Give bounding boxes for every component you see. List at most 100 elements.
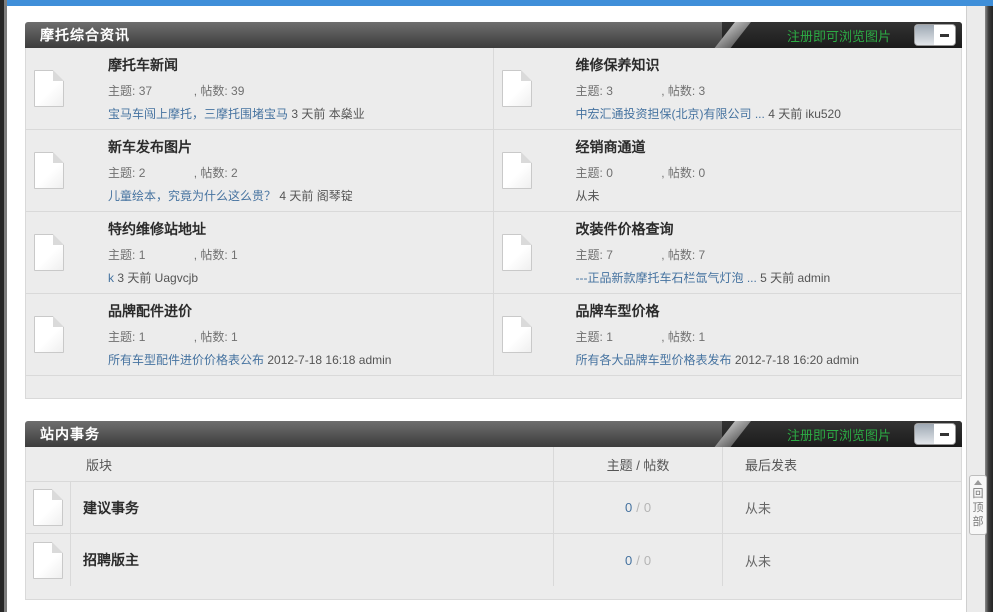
register-to-view-images-link[interactable]: 注册即可浏览图片: [787, 26, 891, 45]
lastpost-link[interactable]: ---正品新款摩托车石栏氙气灯泡 ...: [576, 271, 757, 285]
forum-name-cell: 建议事务: [71, 482, 553, 533]
category-panel-site: 站内事务 注册即可浏览图片 版块 主题 / 帖数 最后发表 建议事务 0 / 0…: [25, 421, 962, 600]
forum-lastpost: 宝马车闯上摩托，三摩托围堵宝马 3 天前 本燊业: [108, 105, 365, 122]
lastpost-meta: 3 天前 Uagvcjb: [117, 271, 199, 285]
table-row-recruit-mods: 招聘版主 0 / 0 从未: [26, 534, 961, 586]
forum-cell-motonews: 摩托车新闻 主题: 37, 帖数: 39 宝马车闯上摩托，三摩托围堵宝马 3 天…: [26, 48, 494, 130]
toggle-left-half: [915, 25, 934, 45]
forum-lastpost: 所有各大品牌车型价格表发布 2012-7-18 16:20 admin: [576, 351, 859, 368]
lastpost-link[interactable]: 所有车型配件进价价格表公布: [108, 353, 264, 367]
forum-name-link[interactable]: 新车发布图片: [108, 139, 192, 155]
forum-index-page: 摩托综合资讯 注册即可浏览图片 摩托车新闻 主题: 37, 帖数: 39 宝马车…: [7, 6, 966, 612]
lastpost-link[interactable]: 宝马车闯上摩托，三摩托围堵宝马: [108, 107, 288, 121]
topic-count-link[interactable]: 0: [625, 553, 632, 568]
lastpost-meta: 4 天前 iku520: [768, 107, 841, 121]
lastpost-cell: 从未: [745, 553, 772, 569]
minus-icon: [939, 433, 949, 436]
forum-page-icon[interactable]: [34, 152, 64, 189]
forum-icon-cell: [26, 482, 71, 533]
forum-lastpost: 所有车型配件进价价格表公布 2012-7-18 16:18 admin: [108, 351, 391, 368]
lastpost-cell: 从未: [745, 501, 772, 516]
forum-cell-repairstations: 特约维修站地址 主题: 1, 帖数: 1 k 3 天前 Uagvcjb: [26, 212, 494, 294]
stats-separator: /: [636, 552, 640, 568]
forum-stats: 主题: 1, 帖数: 1: [575, 330, 706, 344]
forum-info: 改装件价格查询 主题: 7, 帖数: 7 ---正品新款摩托车石栏氙气灯泡 ..…: [576, 219, 831, 286]
up-arrow-icon: [974, 480, 982, 485]
forum-name-link[interactable]: 品牌车型价格: [576, 303, 660, 319]
forum-name-link[interactable]: 品牌配件进价: [108, 303, 192, 319]
table-header-row: 版块 主题 / 帖数 最后发表: [26, 447, 961, 482]
lastpost-meta: 5 天前 admin: [760, 271, 831, 285]
column-header-forum: 版块: [86, 457, 113, 473]
forum-stats-cell: 0 / 0: [553, 534, 723, 586]
lastpost-link[interactable]: 儿童绘本，究竟为什么这么贵？: [108, 189, 276, 203]
forum-lastpost: 儿童绘本，究竟为什么这么贵？ 4 天前 阁琴锭: [108, 187, 353, 204]
forum-cell-newbikes: 新车发布图片 主题: 2, 帖数: 2 儿童绘本，究竟为什么这么贵？ 4 天前 …: [26, 130, 494, 212]
post-count: 0: [643, 500, 652, 515]
lastpost-meta: 2012-7-18 16:18 admin: [267, 353, 392, 367]
forum-page-icon[interactable]: [34, 234, 64, 271]
forum-name-link[interactable]: 改装件价格查询: [576, 221, 674, 237]
forum-page-icon[interactable]: [501, 234, 532, 271]
lastpost-meta: 2012-7-18 16:20 admin: [734, 353, 859, 367]
forum-stats: 主题: 1, 帖数: 1: [108, 248, 238, 262]
forum-stats: 主题: 1, 帖数: 1: [108, 330, 238, 344]
post-count: 0: [643, 552, 652, 568]
forum-name-link[interactable]: 特约维修站地址: [108, 221, 206, 237]
lastpost-meta: 3 天前 本燊业: [291, 107, 365, 121]
forum-lastpost: k 3 天前 Uagvcjb: [108, 269, 238, 286]
forum-name-link[interactable]: 维修保养知识: [576, 57, 660, 73]
forum-page-icon[interactable]: [501, 152, 532, 189]
toggle-right-half: [934, 25, 955, 45]
forum-info: 新车发布图片 主题: 2, 帖数: 2 儿童绘本，究竟为什么这么贵？ 4 天前 …: [108, 137, 353, 204]
forum-info: 摩托车新闻 主题: 37, 帖数: 39 宝马车闯上摩托，三摩托围堵宝马 3 天…: [108, 55, 365, 122]
back-to-top-char: 顶: [972, 502, 984, 514]
top-blue-bar: [4, 0, 993, 6]
back-to-top-button[interactable]: 回 顶 部: [969, 475, 987, 535]
forum-info: 维修保养知识 主题: 3, 帖数: 3 中宏汇通投资担保(北京)有限公司 ...…: [576, 55, 841, 122]
forum-stats: 主题: 2, 帖数: 2: [108, 166, 238, 180]
lastpost-meta: 从未: [575, 189, 600, 203]
stats-separator: /: [636, 500, 640, 515]
forum-page-icon[interactable]: [33, 489, 63, 526]
collapse-toggle-button[interactable]: [915, 424, 955, 444]
category-body-site: 版块 主题 / 帖数 最后发表 建议事务 0 / 0 从未 招聘版主 0 / 0…: [25, 447, 962, 600]
back-to-top-char: 回: [972, 488, 984, 500]
forum-name-link[interactable]: 建议事务: [83, 498, 139, 518]
lastpost-link[interactable]: k: [108, 271, 114, 285]
back-to-top-char: 部: [972, 516, 984, 528]
forum-icon-cell: [26, 534, 71, 586]
forum-page-icon[interactable]: [34, 70, 64, 107]
forum-info: 经销商通道 主题: 0, 帖数: 0 从未: [576, 137, 706, 204]
forum-info: 品牌车型价格 主题: 1, 帖数: 1 所有各大品牌车型价格表发布 2012-7…: [576, 301, 859, 368]
topic-count-link[interactable]: 0: [625, 500, 632, 515]
category-title-moto[interactable]: 摩托综合资讯: [25, 22, 130, 48]
register-to-view-images-link[interactable]: 注册即可浏览图片: [787, 425, 891, 444]
category-header-right: 注册即可浏览图片: [722, 421, 962, 447]
forum-info: 品牌配件进价 主题: 1, 帖数: 1 所有车型配件进价价格表公布 2012-7…: [108, 301, 391, 368]
lastpost-link[interactable]: 中宏汇通投资担保(北京)有限公司 ...: [576, 107, 765, 121]
forum-page-icon[interactable]: [501, 70, 532, 107]
forum-name-cell: 招聘版主: [71, 534, 553, 586]
window-left-edge-inner: [4, 0, 7, 612]
lastpost-link[interactable]: 所有各大品牌车型价格表发布: [576, 353, 732, 367]
forum-page-icon[interactable]: [501, 316, 532, 353]
forum-stats-cell: 0 / 0: [553, 482, 723, 533]
forum-cell-modparts: 改装件价格查询 主题: 7, 帖数: 7 ---正品新款摩托车石栏氙气灯泡 ..…: [493, 212, 961, 294]
forum-name-link[interactable]: 招聘版主: [83, 550, 139, 570]
forum-cell-dealers: 经销商通道 主题: 0, 帖数: 0 从未: [493, 130, 961, 212]
forum-page-icon[interactable]: [34, 316, 64, 353]
forum-page-icon[interactable]: [33, 541, 63, 579]
forum-info: 特约维修站地址 主题: 1, 帖数: 1 k 3 天前 Uagvcjb: [108, 219, 238, 286]
table-row-suggestions: 建议事务 0 / 0 从未: [26, 482, 961, 534]
column-header-stats: 主题 / 帖数: [553, 447, 723, 481]
toggle-right-half: [934, 424, 955, 444]
category-title-site[interactable]: 站内事务: [25, 421, 100, 447]
forum-name-link[interactable]: 摩托车新闻: [108, 57, 178, 73]
category-header-moto: 摩托综合资讯 注册即可浏览图片: [25, 22, 962, 48]
forum-name-link[interactable]: 经销商通道: [576, 139, 646, 155]
category-panel-moto: 摩托综合资讯 注册即可浏览图片 摩托车新闻 主题: 37, 帖数: 39 宝马车…: [25, 22, 962, 399]
collapse-toggle-button[interactable]: [915, 25, 955, 45]
toggle-left-half: [915, 424, 934, 444]
forum-stats: 主题: 0, 帖数: 0: [575, 166, 706, 180]
